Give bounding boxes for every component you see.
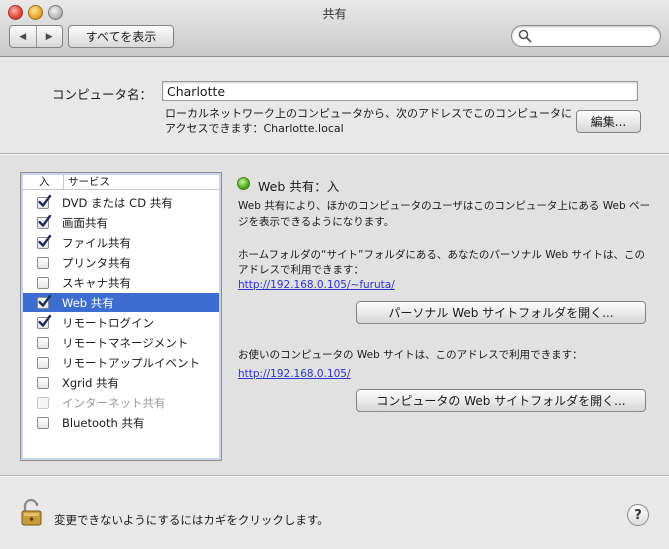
service-label: Xgrid 共有 bbox=[62, 375, 120, 390]
service-label: リモートマネージメント bbox=[62, 335, 189, 350]
title-toolbar: 共有 ◀ ▶ すべてを表示 bbox=[0, 0, 669, 57]
service-row[interactable]: DVD または CD 共有 bbox=[23, 193, 219, 212]
forward-arrow-icon: ▶ bbox=[45, 31, 53, 42]
service-label: Web 共有 bbox=[62, 295, 114, 310]
search-field[interactable] bbox=[511, 25, 661, 47]
service-checkbox[interactable] bbox=[37, 336, 49, 349]
service-checkbox[interactable] bbox=[37, 294, 52, 309]
service-row[interactable]: プリンタ共有 bbox=[23, 253, 219, 272]
computer-name-field[interactable]: Charlotte bbox=[162, 81, 638, 101]
service-row[interactable]: Bluetooth 共有 bbox=[23, 413, 219, 432]
lock-hint-text: 変更できないようにするにはカギをクリックします。 bbox=[54, 513, 329, 527]
checkmark-icon bbox=[38, 234, 52, 247]
back-button[interactable]: ◀ bbox=[10, 26, 36, 47]
status-text: Web 共有：入 bbox=[258, 179, 340, 194]
services-list: 入 サービス DVD または CD 共有 画面共有ファイル共有 プリンタ共有 スキャナ… bbox=[20, 172, 222, 461]
back-forward-group: ◀ ▶ bbox=[9, 25, 63, 48]
show-all-button[interactable]: すべてを表示 bbox=[68, 25, 174, 48]
service-row[interactable]: Xgrid 共有 bbox=[23, 373, 219, 392]
web-sharing-description: Web 共有により、ほかのコンピュータのユーザはこのコンピュータ上にある Web… bbox=[238, 200, 650, 228]
checkmark-icon bbox=[38, 294, 52, 307]
service-checkbox[interactable] bbox=[37, 276, 49, 289]
service-label: プリンタ共有 bbox=[62, 255, 131, 270]
service-checkbox[interactable] bbox=[37, 256, 49, 269]
service-checkbox[interactable] bbox=[37, 194, 52, 209]
service-label: リモートログイン bbox=[62, 315, 154, 330]
search-icon bbox=[518, 29, 532, 43]
service-row[interactable]: インターネット共有 bbox=[23, 393, 219, 412]
sharing-window: 共有 ◀ ▶ すべてを表示 コンピュータ名： Charlotte ローカルネット… bbox=[0, 0, 669, 549]
service-checkbox[interactable] bbox=[37, 416, 49, 429]
service-row[interactable]: リモートログイン bbox=[23, 313, 219, 332]
footer-divider bbox=[0, 475, 669, 477]
back-arrow-icon: ◀ bbox=[19, 31, 27, 42]
checkmark-icon bbox=[38, 314, 52, 327]
service-checkbox bbox=[37, 396, 49, 409]
help-button[interactable]: ? bbox=[627, 504, 649, 526]
personal-site-link[interactable]: http://192.168.0.105/~furuta/ bbox=[238, 279, 395, 291]
service-label: インターネット共有 bbox=[62, 395, 166, 410]
window-title: 共有 bbox=[322, 7, 347, 21]
open-personal-folder-button[interactable]: パーソナル Web サイトフォルダを開く... bbox=[356, 301, 646, 324]
service-checkbox[interactable] bbox=[37, 376, 49, 389]
service-row[interactable]: ファイル共有 bbox=[23, 233, 219, 252]
service-row[interactable]: リモートアップルイベント bbox=[23, 353, 219, 372]
forward-button[interactable]: ▶ bbox=[35, 26, 63, 47]
checkmark-icon bbox=[38, 214, 52, 227]
service-label: DVD または CD 共有 bbox=[62, 195, 173, 210]
computer-name-label: コンピュータ名： bbox=[52, 87, 153, 102]
service-label: スキャナ共有 bbox=[62, 275, 131, 290]
help-icon: ? bbox=[634, 507, 642, 523]
column-header-service[interactable]: サービス bbox=[63, 175, 110, 189]
service-label: 画面共有 bbox=[62, 215, 108, 230]
open-computer-folder-button[interactable]: コンピュータの Web サイトフォルダを開く... bbox=[356, 389, 646, 412]
service-checkbox[interactable] bbox=[37, 356, 49, 369]
service-row[interactable]: 画面共有 bbox=[23, 213, 219, 232]
computer-name-description: ローカルネットワーク上のコンピュータから、次のアドレスでこのコンピュータにアクセ… bbox=[165, 107, 572, 135]
computer-site-link[interactable]: http://192.168.0.105/ bbox=[238, 368, 351, 380]
service-checkbox[interactable] bbox=[37, 234, 52, 249]
service-label: ファイル共有 bbox=[62, 235, 131, 250]
service-label: Bluetooth 共有 bbox=[62, 415, 145, 430]
status-indicator-icon bbox=[237, 177, 250, 190]
service-row[interactable]: スキャナ共有 bbox=[23, 273, 219, 292]
column-header-on[interactable]: 入 bbox=[23, 175, 63, 189]
service-label: リモートアップルイベント bbox=[62, 355, 200, 370]
service-row[interactable]: Web 共有 bbox=[23, 293, 219, 312]
personal-site-text: ホームフォルダの“サイト”フォルダにある、あなたのパーソナル Web サイトは、… bbox=[238, 249, 645, 276]
service-row[interactable]: リモートマネージメント bbox=[23, 333, 219, 352]
computer-site-text: お使いのコンピュータの Web サイトは、このアドレスで利用できます： bbox=[238, 349, 583, 361]
services-list-header: 入 サービス bbox=[23, 175, 219, 190]
edit-button[interactable]: 編集... bbox=[576, 110, 641, 133]
checkmark-icon bbox=[38, 194, 52, 207]
service-checkbox[interactable] bbox=[37, 314, 52, 329]
lock-icon[interactable] bbox=[20, 497, 44, 527]
service-checkbox[interactable] bbox=[37, 214, 52, 229]
